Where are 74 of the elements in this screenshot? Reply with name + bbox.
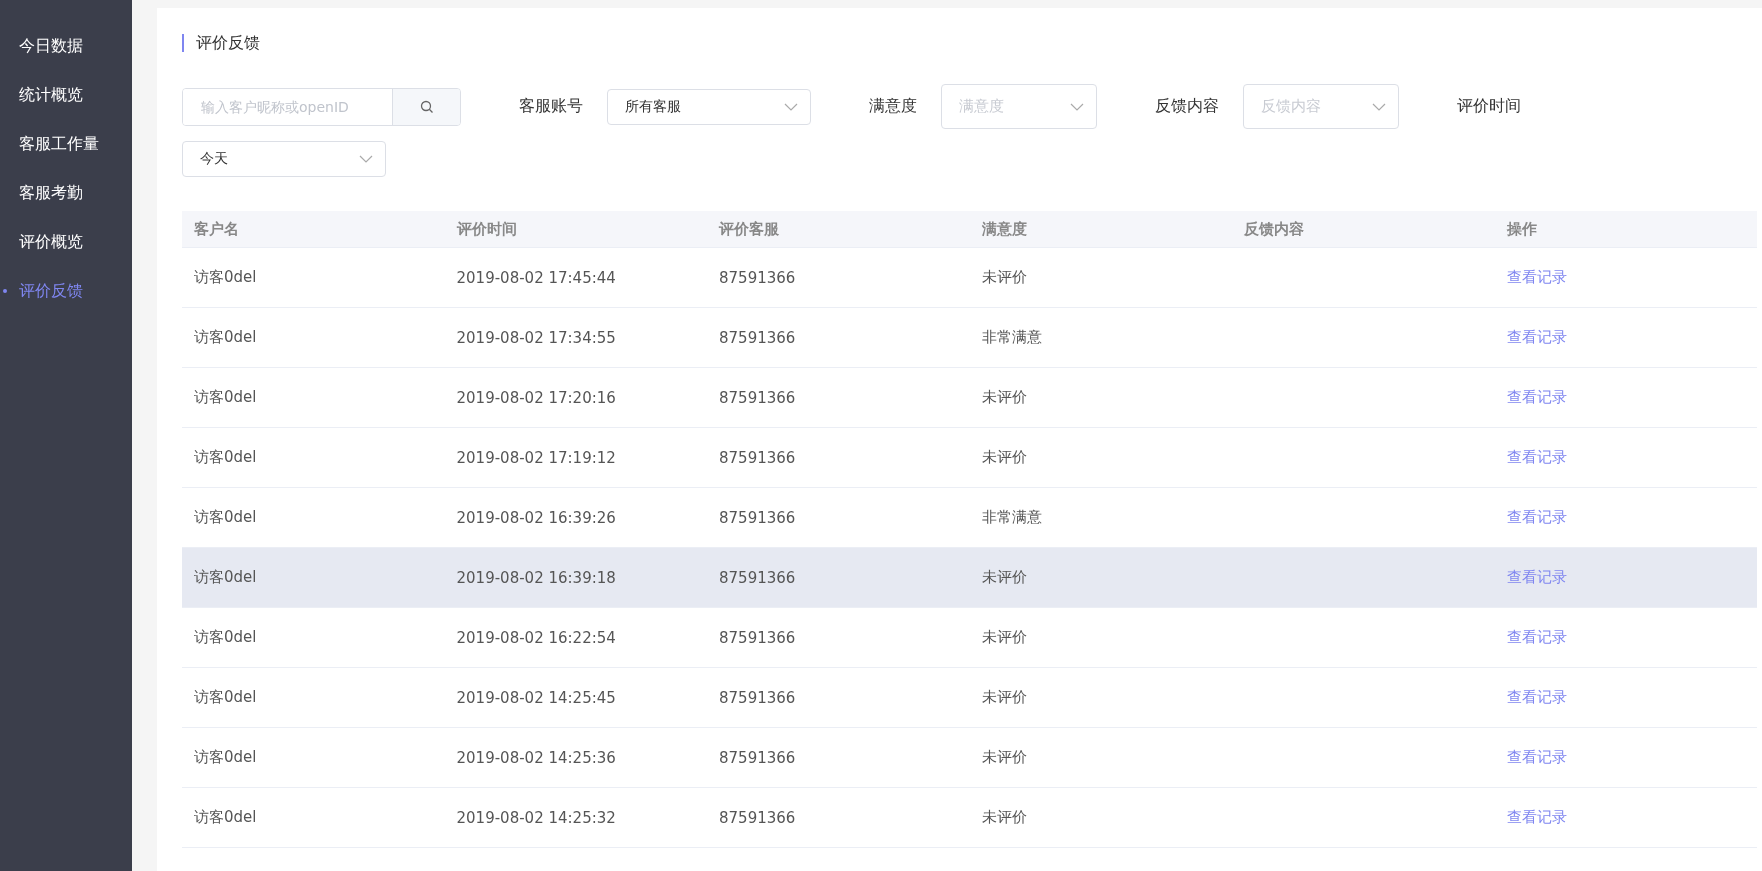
table-cell: 87591366 <box>719 808 796 827</box>
chevron-down-icon <box>1070 102 1084 111</box>
table-row[interactable]: 访客0del 2019-08-02 16:22:54 87591366 未评价 查看记录 <box>182 608 1757 668</box>
table-cell: 2019-08-02 16:39:18 <box>456 568 616 587</box>
table-cell: 访客0del <box>194 808 257 826</box>
sidebar-item[interactable]: 客服工作量 <box>0 128 132 177</box>
search-field[interactable]: 输入客户昵称或openID <box>182 87 461 126</box>
table-cell: 访客0del <box>194 568 257 586</box>
filter-label: 客服账号 <box>519 96 583 117</box>
chevron-down-icon <box>1372 102 1386 111</box>
table-cell: 2019-08-02 14:25:36 <box>456 748 616 767</box>
table-row[interactable]: 访客0del 2019-08-02 14:25:32 87591366 未评价 查看记录 <box>182 788 1757 848</box>
table-cell: 87591366 <box>719 568 796 587</box>
table-cell: 2019-08-02 17:34:55 <box>456 328 616 347</box>
table-row[interactable]: 访客0del 2019-08-02 14:25:36 87591366 未评价 查看记录 <box>182 728 1757 788</box>
select-field[interactable]: 今天 <box>182 141 386 177</box>
table-cell: 87591366 <box>719 688 796 707</box>
table-cell: 访客0del <box>194 688 257 706</box>
table-cell: 未评价 <box>981 568 1027 586</box>
table-cell: 非常满意 <box>981 508 1042 526</box>
table-cell: 87591366 <box>719 748 796 767</box>
table-cell: 2019-08-02 17:20:16 <box>456 388 616 407</box>
table-cell: 2019-08-02 14:25:32 <box>456 808 616 827</box>
table-cell: 未评价 <box>981 808 1027 826</box>
column-header: 满意度 <box>981 219 1027 238</box>
table-cell: 87591366 <box>719 448 796 467</box>
table-cell: 2019-08-02 17:45:44 <box>456 268 616 287</box>
table-cell: 2019-08-02 17:19:12 <box>456 448 616 467</box>
table-cell: 87591366 <box>719 268 796 287</box>
sidebar-item[interactable]: 评价概览 <box>0 226 132 275</box>
table-cell: 87591366 <box>719 328 796 347</box>
column-header: 评价客服 <box>719 219 779 238</box>
table-cell: 未评价 <box>981 748 1027 766</box>
table-cell: 访客0del <box>194 388 257 406</box>
filter-label: 满意度 <box>869 96 917 117</box>
table-row[interactable]: 访客0del 2019-08-02 17:45:44 87591366 未评价 查看记录 <box>182 248 1757 308</box>
table-cell: 访客0del <box>194 508 257 526</box>
page-title: 评价反馈 <box>182 34 1762 52</box>
table-row[interactable]: 访客0del 2019-08-02 17:20:16 87591366 未评价 查看记录 <box>182 368 1757 428</box>
table-cell: 未评价 <box>981 448 1027 466</box>
table-row[interactable]: 访客0del 2019-08-02 17:34:55 87591366 非常满意 查看记录 <box>182 308 1757 368</box>
search-button[interactable] <box>392 88 460 125</box>
sidebar-item[interactable]: 统计概览 <box>0 79 132 128</box>
sidebar-item[interactable]: 今日数据 <box>0 30 132 79</box>
select-field[interactable]: 所有客服 <box>607 88 811 125</box>
table-cell: 2019-08-02 16:22:54 <box>456 628 616 647</box>
table-cell: 未评价 <box>981 688 1027 706</box>
search-icon <box>419 99 434 114</box>
column-header: 客户名 <box>194 219 239 238</box>
chevron-down-icon <box>784 102 798 111</box>
table-cell: 2019-08-02 14:25:45 <box>456 688 616 707</box>
table-cell: 访客0del <box>194 328 257 346</box>
column-header: 反馈内容 <box>1244 219 1304 238</box>
table-cell: 87591366 <box>719 628 796 647</box>
table-cell: 2019-08-02 16:39:26 <box>456 508 616 527</box>
table-cell: 非常满意 <box>981 328 1042 346</box>
filter-label: 评价时间 <box>1457 96 1521 117</box>
table-row[interactable]: 访客0del 2019-08-02 14:25:45 87591366 未评价 查看记录 <box>182 668 1757 728</box>
sidebar-item[interactable]: 客服考勤 <box>0 177 132 226</box>
table-cell: 87591366 <box>719 508 796 527</box>
table-cell: 未评价 <box>981 388 1027 406</box>
column-header: 操作 <box>1506 219 1537 238</box>
table-row[interactable]: 访客0del 2019-08-02 16:39:18 87591366 未评价 查看记录 <box>182 548 1757 608</box>
table-cell: 未评价 <box>981 268 1027 286</box>
table-cell: 87591366 <box>719 388 796 407</box>
table-cell: 访客0del <box>194 448 257 466</box>
filter-label: 反馈内容 <box>1155 96 1219 117</box>
column-header: 评价时间 <box>456 219 517 238</box>
table-cell: 未评价 <box>981 628 1027 646</box>
table-row[interactable]: 访客0del 2019-08-02 17:19:12 87591366 未评价 查看记录 <box>182 428 1757 488</box>
chevron-down-icon <box>359 155 373 163</box>
table-cell: 访客0del <box>194 628 257 646</box>
table-cell: 访客0del <box>194 748 257 766</box>
table-cell: 访客0del <box>194 268 257 286</box>
